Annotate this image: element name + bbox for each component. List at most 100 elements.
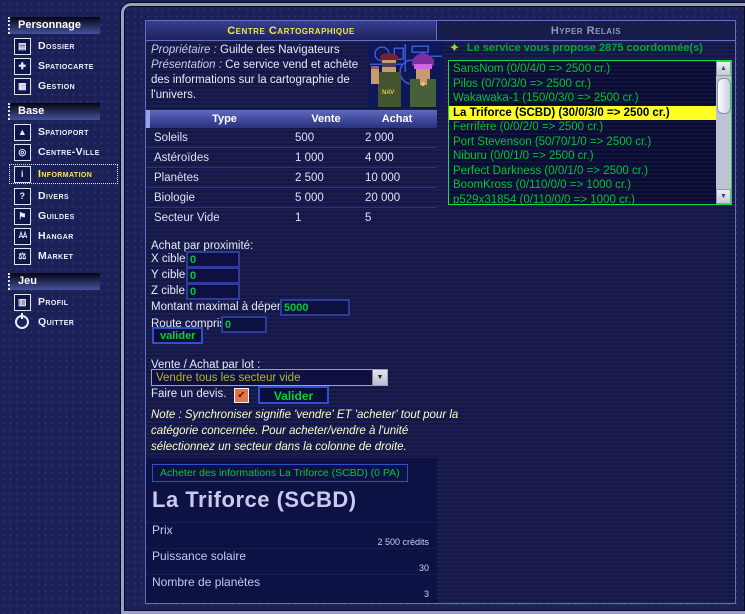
- svg-text:NAV: NAV: [382, 90, 394, 96]
- sidebar-item-centre-ville[interactable]: ◎ Centre-Ville: [14, 144, 118, 160]
- sidebar-item-spatiocarte[interactable]: ✚Spatiocarte: [14, 58, 118, 74]
- city-center-icon: ◎: [14, 144, 31, 161]
- list-item[interactable]: Perfect Darkness (0/0/1/0 => 2500 cr.): [449, 164, 716, 179]
- star-icon: ✦: [449, 40, 460, 56]
- z-cible-input[interactable]: [186, 283, 240, 300]
- table-cell: 5: [361, 212, 433, 224]
- sidebar-item-market[interactable]: ⚖ Market: [14, 248, 118, 264]
- detail-row: Prix2 500 crédits: [146, 522, 437, 548]
- list-item[interactable]: Port Stevenson (50/70/1/0 => 2500 cr.): [449, 135, 716, 150]
- col-header-vente: Vente: [291, 113, 361, 125]
- service-message: ✦ Le service vous propose 2875 coordonné…: [449, 40, 703, 56]
- detail-value: 2 500 crédits: [152, 537, 429, 548]
- sidebar-item-profil[interactable]: ▥Profil: [14, 294, 118, 310]
- scroll-up-icon[interactable]: ▲: [716, 61, 731, 76]
- sidebar-item-hangar[interactable]: ÅÅHangar: [14, 228, 118, 244]
- table-cell: Secteur Vide: [146, 212, 291, 224]
- content-panel: Centre Cartographique Hyper Relais Propr…: [145, 20, 736, 604]
- buy-information-button[interactable]: Acheter des informations La Triforce (SC…: [152, 464, 408, 482]
- detail-label: Puissance solaire: [152, 550, 429, 563]
- detail-label: Prix: [152, 524, 429, 537]
- detail-value: 3: [152, 589, 429, 600]
- table-cell: Biologie: [146, 192, 291, 204]
- sidebar-item-label: Gestion: [38, 80, 75, 92]
- tab-hyper-relais[interactable]: Hyper Relais: [437, 21, 735, 40]
- sector-title: La Triforce (SCBD): [152, 487, 431, 513]
- sidebar-item-label: Hangar: [38, 230, 74, 242]
- info-icon: i: [14, 166, 31, 183]
- z-cible-label: Z cible: [151, 285, 185, 297]
- x-cible-row: X cible: [151, 253, 186, 268]
- list-item[interactable]: Ferrifère (0/0/2/0 => 2500 cr.): [449, 120, 716, 135]
- list-item[interactable]: p529x31854 (0/110/0/0 => 1000 cr.): [449, 193, 716, 206]
- sidebar-item-quitter[interactable]: Quitter: [14, 314, 118, 330]
- table-cell: 500: [291, 132, 361, 144]
- portrait-image: NAV: [368, 42, 443, 107]
- service-description: Propriétaire : Guilde des Navigateurs Pr…: [151, 43, 367, 103]
- col-header-type: Type: [150, 113, 291, 125]
- list-item[interactable]: Niburu (0/0/1/0 => 2500 cr.): [449, 149, 716, 164]
- scales-icon: ⚖: [14, 248, 31, 265]
- list-item[interactable]: SansNom (0/0/4/0 => 2500 cr.): [449, 62, 716, 77]
- sidebar-item-guildes[interactable]: ⚑ Guildes: [14, 208, 118, 224]
- sidebar-section-header: Base: [8, 103, 100, 120]
- sidebar-item-label: Market: [38, 250, 73, 262]
- y-cible-row: Y cible: [151, 269, 185, 284]
- listbox-scrollbar[interactable]: ▲ ▼: [716, 61, 731, 204]
- sidebar: Personnage ▤Dossier ✚Spatiocarte ▦Gestion Ba…: [0, 0, 118, 611]
- sidebar-item-label: Guildes: [38, 210, 75, 222]
- sidebar-item-label: Centre-Ville: [38, 146, 100, 158]
- chevron-down-icon[interactable]: ▼: [372, 370, 387, 385]
- proximity-submit-button[interactable]: valider: [152, 327, 203, 344]
- list-item[interactable]: Wakawaka-1 (150/0/3/0 => 2500 cr.): [449, 91, 716, 106]
- sector-details-panel: Acheter des informations La Triforce (SC…: [146, 458, 437, 603]
- scroll-down-icon[interactable]: ▼: [716, 189, 731, 204]
- table-row: Astéroïdes1 0004 000: [146, 147, 437, 167]
- folder-icon: ▤: [14, 38, 31, 55]
- table-cell: 2 500: [291, 172, 361, 184]
- sidebar-item-gestion[interactable]: ▦Gestion: [14, 78, 118, 94]
- table-cell: 10 000: [361, 172, 433, 184]
- y-cible-label: Y cible: [151, 269, 185, 281]
- sidebar-section-header: Personnage: [8, 17, 100, 34]
- sidebar-item-label: Information: [38, 168, 92, 180]
- sidebar-item-divers[interactable]: ?Divers: [14, 188, 118, 204]
- detail-label: Nombre de planètes: [152, 576, 429, 589]
- tab-centre-cartographique[interactable]: Centre Cartographique: [146, 21, 437, 40]
- sidebar-item-dossier[interactable]: ▤Dossier: [14, 38, 118, 54]
- x-cible-input[interactable]: [186, 251, 240, 268]
- montant-row: Montant maximal à dépenser: [151, 301, 299, 316]
- owner-value: Guilde des Navigateurs: [220, 44, 340, 56]
- list-item[interactable]: La Triforce (SCBD) (30/0/3/0 => 2500 cr.…: [449, 106, 716, 121]
- x-cible-label: X cible: [151, 253, 186, 265]
- coordinates-listbox[interactable]: SansNom (0/0/4/0 => 2500 cr.)Pilos (0/70…: [448, 60, 732, 205]
- flag-icon: ⚑: [14, 208, 31, 225]
- table-cell: 1 000: [291, 152, 361, 164]
- service-message-text: Le service vous propose 2875 coordonnée(…: [467, 42, 703, 54]
- route-input[interactable]: [221, 316, 267, 333]
- y-cible-input[interactable]: [186, 267, 240, 284]
- list-item[interactable]: BoomKross (0/110/0/0 => 1000 cr.): [449, 178, 716, 193]
- list-item[interactable]: Pilos (0/70/3/0 => 2500 cr.): [449, 77, 716, 92]
- profile-icon: ▥: [14, 294, 31, 311]
- table-row: Biologie5 00020 000: [146, 187, 437, 207]
- table-cell: Astéroïdes: [146, 152, 291, 164]
- presentation-label: Présentation :: [151, 59, 222, 71]
- scrollbar-thumb[interactable]: [717, 78, 731, 114]
- montant-label: Montant maximal à dépenser: [151, 301, 299, 313]
- sidebar-item-information[interactable]: i Information: [9, 164, 118, 184]
- montant-input[interactable]: [280, 299, 350, 316]
- devis-row: Faire un devis. ✔ Valider: [151, 388, 226, 406]
- batch-select[interactable]: Vendre tous les secteur vide ▼: [151, 369, 388, 386]
- spaceship-icon: ▲: [14, 124, 31, 141]
- batch-submit-button[interactable]: Valider: [258, 386, 329, 404]
- sidebar-item-label: Quitter: [38, 316, 74, 328]
- col-header-achat: Achat: [361, 113, 433, 125]
- owner-label: Propriétaire :: [151, 44, 217, 56]
- table-cell: 2 000: [361, 132, 433, 144]
- table-cell: Soleils: [146, 132, 291, 144]
- sidebar-item-spatioport[interactable]: ▲Spatioport: [14, 124, 118, 140]
- devis-checkbox[interactable]: ✔: [234, 388, 249, 403]
- z-cible-row: Z cible: [151, 285, 185, 300]
- power-icon: [15, 315, 29, 329]
